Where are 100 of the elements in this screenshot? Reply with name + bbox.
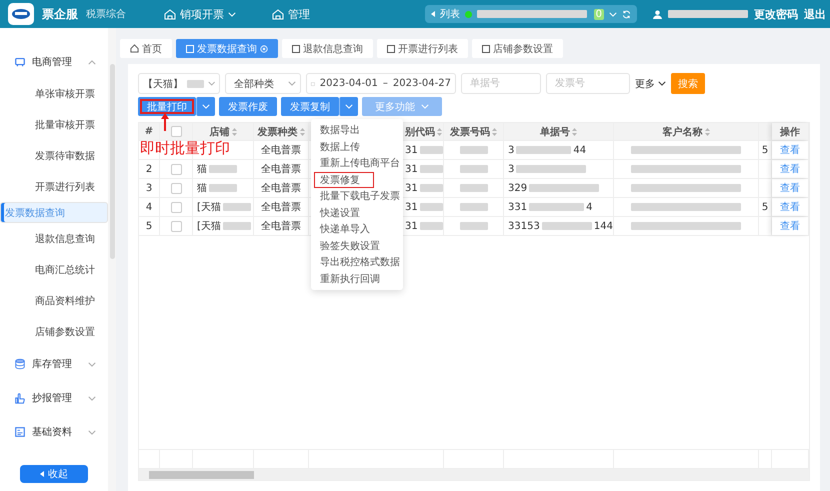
sidebar-item[interactable]: 单张审核开票 [0,78,108,109]
menu-item[interactable]: 批量下载电子发票 [314,188,403,204]
sort-icon[interactable] [572,128,577,136]
blurred-text [460,222,488,230]
collapse-button[interactable]: 收起 [20,465,88,483]
table-cell: 31 [405,202,418,212]
row-checkbox[interactable] [170,202,182,212]
menu-item[interactable]: 重新上传电商平台 [314,155,403,172]
document-icon [482,44,490,52]
page-tab[interactable]: 首页 [120,39,172,58]
menu-item[interactable]: 快递设置 [314,204,363,221]
dropdown-toggle[interactable] [196,97,215,116]
blurred-text [460,165,488,173]
blurred-text [420,165,443,173]
invoice-number-field[interactable]: 发票号 [546,73,630,94]
row-checkbox[interactable] [170,220,182,232]
select-all-checkbox[interactable] [170,126,182,137]
caret-icon [88,362,96,366]
left-triangle-icon [40,471,44,477]
sidebar-item[interactable]: 电商汇总统计 [0,254,108,285]
date-range-field[interactable]: 2023-04-01 – 2023-04-27 [306,73,456,94]
nav-menu-item[interactable]: 管理 [272,6,310,22]
sidebar-item[interactable]: 发票待审数据 [0,140,108,171]
table-cell-text: 全电普票 [261,200,301,214]
sidebar-item[interactable]: 商品资料维护 [0,285,108,316]
sidebar-item[interactable]: 店铺参数设置 [0,316,108,347]
table-cell: 44 [573,144,586,156]
sidebar-item[interactable]: 退款信息查询 [0,223,108,254]
table-cell: 4 [586,202,592,212]
shop-select[interactable]: 【天猫】 [138,73,220,94]
table-cell: 329 [508,182,528,194]
sort-icon[interactable] [437,128,442,136]
sidebar-item[interactable]: 批量审核开票 [0,109,108,140]
column-header: 发票号码 [450,126,490,138]
blurred-text [209,165,237,173]
row-checkbox[interactable] [170,164,182,174]
order-number-field[interactable]: 单据号 [461,73,541,94]
document-icon [186,44,194,52]
table-cell: 33153 [508,220,540,232]
logo-icon [8,3,34,25]
row-number: 4 [146,202,152,212]
nav-menu-item[interactable]: 销项开票 [164,6,236,22]
table-cell: 31 [405,220,418,232]
brand-subtitle: 税票综合 [86,8,126,21]
dropdown-toggle[interactable] [339,97,358,116]
table-cell-text: 全电普票 [261,162,301,176]
caret-icon [208,81,215,86]
page-tab[interactable]: 开票进行列表 [377,39,468,58]
sidebar-item[interactable]: 开票进行列表 [0,171,108,202]
hand-icon [14,392,26,404]
menu-item[interactable]: 验签失败设置 [314,238,383,254]
left-triangle-icon [431,11,435,17]
more-filters-button[interactable]: 更多 [635,76,666,90]
change-password-link[interactable]: 更改密码 [754,6,798,22]
page-tab[interactable]: 店铺参数设置 [472,39,563,58]
caret-icon [288,81,296,86]
table-cell-text: 全电普票 [261,220,301,233]
menu-item[interactable]: 导出税控格式数据 [314,254,403,270]
table-cell: 331 [508,202,528,212]
document-icon [387,44,395,52]
sidebar-group[interactable]: 电商管理 [0,50,108,74]
blurred-text [222,222,251,230]
sidebar-group[interactable]: 基础资料 [0,415,108,449]
table-cell-text: 猫 [197,182,207,195]
menu-item[interactable]: 重新执行回调 [314,270,383,287]
caret-icon [345,104,353,109]
table-cell: 3 [508,164,514,174]
caret-icon [88,60,96,64]
blurred-text [516,146,572,154]
menu-item[interactable]: 数据导出 [314,122,363,138]
sort-icon[interactable] [492,128,497,136]
blurred-text [460,184,488,192]
table-cell-text: 全电普票 [261,182,301,195]
menu-item[interactable]: 快递单导入 [314,221,373,238]
annotation-arrow [161,113,169,131]
blurred-text [420,222,443,230]
menu-item[interactable]: 发票修复 [314,172,374,188]
sort-icon[interactable] [300,128,304,136]
scrollbar[interactable] [108,28,116,491]
page-tab[interactable]: 退款信息查询 [282,39,373,58]
column-header: 操作 [780,126,800,138]
type-select[interactable]: 全部种类 [225,73,301,94]
column-header: 客户名称 [662,125,702,138]
count-badge: 0 [594,8,604,20]
sort-icon[interactable] [704,128,710,136]
blurred-text [516,165,586,173]
horizontal-scrollbar[interactable] [139,469,809,480]
column-header: 单据号 [540,126,570,138]
row-checkbox[interactable] [170,182,182,194]
calendar-icon [311,80,315,88]
sort-icon[interactable] [232,128,236,136]
sidebar-group[interactable]: 库存管理 [0,347,108,381]
logout-link[interactable]: 退出 [804,6,826,22]
database-icon [14,358,26,370]
refresh-icon[interactable] [622,10,631,18]
document-icon [292,44,300,52]
sidebar-group[interactable]: 抄报管理 [0,381,108,415]
menu-item[interactable]: 数据上传 [314,138,363,155]
close-icon[interactable] [260,44,268,52]
screen-icon [14,56,26,68]
